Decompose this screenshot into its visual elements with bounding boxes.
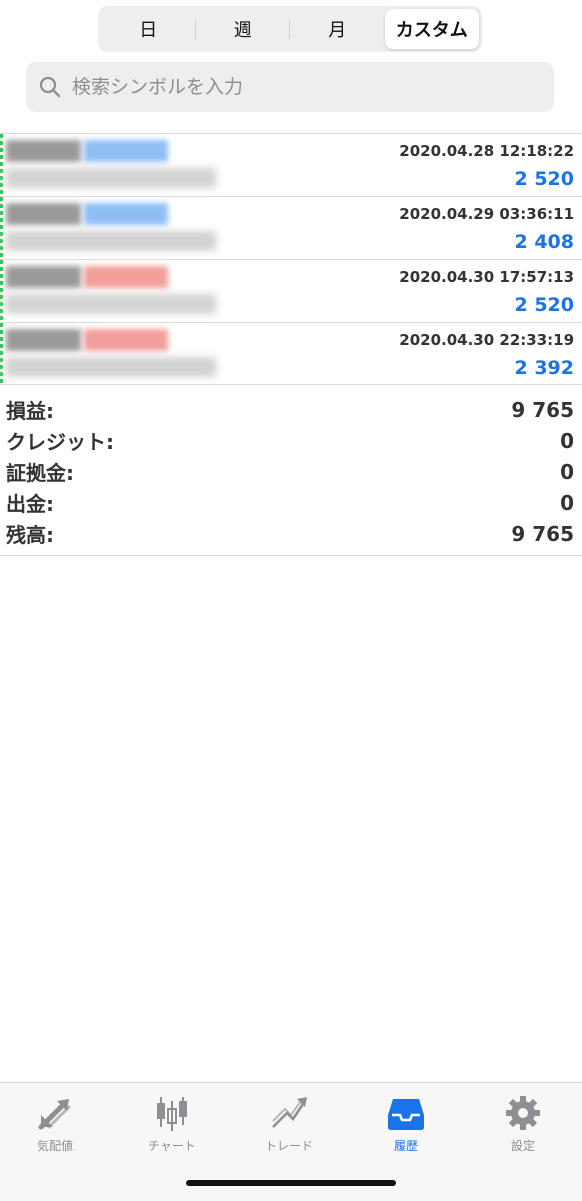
trade-trend-icon	[272, 1097, 307, 1128]
tab-label: トレード	[264, 1139, 313, 1153]
segment-month[interactable]: 月	[290, 9, 385, 49]
obscured-deal-info	[6, 325, 226, 383]
deal-profit: 2 520	[514, 168, 575, 190]
tab-settings[interactable]: 設定	[483, 1093, 563, 1154]
position-marker	[0, 134, 3, 196]
obscured-deal-info	[6, 136, 226, 194]
profit-label: 損益:	[6, 399, 54, 423]
segment-custom[interactable]: カスタム	[384, 9, 479, 49]
withdrawal-value: 0	[560, 490, 574, 515]
symbol-search-bar[interactable]	[26, 62, 554, 112]
deal-time: 2020.04.29 03:36:11	[399, 205, 574, 223]
credit-label: クレジット:	[6, 430, 114, 454]
period-segmented-control: 日 週 月 カスタム	[98, 6, 482, 52]
gear-icon	[506, 1096, 540, 1130]
summary-profit-row: 損益: 9 765	[0, 394, 582, 425]
obscured-deal-info	[6, 199, 226, 257]
tab-label: 履歴	[393, 1139, 418, 1153]
deal-list: 2020.04.28 12:18:22 2 520 2020.04.29 03:…	[0, 133, 582, 385]
deal-profit: 2 520	[514, 294, 575, 316]
summary-withdrawal-row: 出金: 0	[0, 487, 582, 518]
deal-profit: 2 392	[514, 357, 575, 379]
deal-time: 2020.04.30 22:33:19	[399, 331, 574, 349]
tab-history[interactable]: 履歴	[366, 1093, 446, 1154]
tab-label: 気配値	[36, 1139, 73, 1153]
account-summary: 損益: 9 765 クレジット: 0 証拠金: 0 出金: 0 残高: 9 76…	[0, 394, 582, 556]
deal-time: 2020.04.30 17:57:13	[399, 268, 574, 286]
position-marker	[0, 197, 3, 259]
deal-profit: 2 408	[514, 231, 575, 253]
summary-deposit-row: 証拠金: 0	[0, 456, 582, 487]
profit-value: 9 765	[511, 397, 574, 422]
deal-row[interactable]: 2020.04.30 22:33:19 2 392	[0, 322, 582, 385]
history-inbox-icon	[388, 1099, 424, 1130]
withdrawal-label: 出金:	[6, 492, 54, 516]
deposit-label: 証拠金:	[6, 461, 74, 485]
summary-credit-row: クレジット: 0	[0, 425, 582, 456]
balance-label: 残高:	[6, 523, 54, 547]
deal-row[interactable]: 2020.04.30 17:57:13 2 520	[0, 259, 582, 322]
search-input[interactable]	[70, 66, 554, 108]
quotes-arrows-icon	[38, 1099, 71, 1130]
segment-week[interactable]: 週	[196, 9, 291, 49]
summary-balance-row: 残高: 9 765	[0, 518, 582, 549]
candlestick-chart-icon	[157, 1097, 187, 1131]
deal-row[interactable]: 2020.04.29 03:36:11 2 408	[0, 196, 582, 259]
position-marker	[0, 323, 3, 384]
position-marker	[0, 260, 3, 322]
credit-value: 0	[560, 428, 574, 453]
deposit-value: 0	[560, 459, 574, 484]
deal-time: 2020.04.28 12:18:22	[399, 142, 574, 160]
tab-label: 設定	[510, 1139, 535, 1153]
tab-chart[interactable]: チャート	[132, 1093, 212, 1154]
segment-day[interactable]: 日	[101, 9, 196, 49]
tab-label: チャート	[148, 1139, 196, 1153]
tab-trade[interactable]: トレード	[249, 1093, 329, 1154]
tab-quotes[interactable]: 気配値	[15, 1093, 95, 1154]
home-indicator	[186, 1180, 396, 1186]
obscured-deal-info	[6, 262, 226, 320]
search-icon	[39, 76, 61, 98]
deal-row[interactable]: 2020.04.28 12:18:22 2 520	[0, 133, 582, 196]
balance-value: 9 765	[511, 521, 574, 546]
